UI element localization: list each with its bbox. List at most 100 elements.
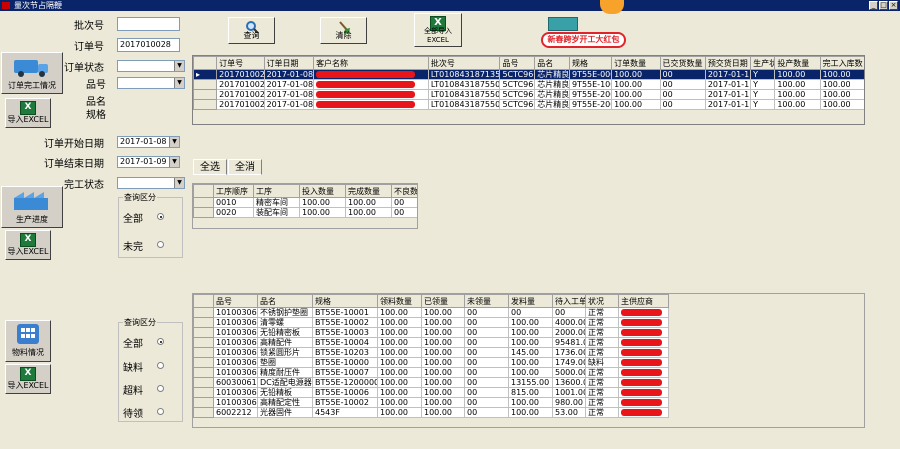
orders-row[interactable]: 20170100282017-01-08 LT010843187550915CTC… <box>193 79 864 90</box>
row-selector[interactable] <box>193 79 218 90</box>
tab-select-none[interactable]: 全消 <box>228 159 262 175</box>
clear-button[interactable]: 清除 <box>320 17 367 44</box>
progress-column-header[interactable]: 投入数量 <box>299 184 346 198</box>
dropdown-arrow-icon[interactable]: ▼ <box>169 137 179 147</box>
orders-column-header[interactable]: 批次号 <box>427 56 501 70</box>
promo-banner[interactable]: 新春跨岁开工大红包 <box>541 32 626 48</box>
orders-column-header[interactable]: 投产数量 <box>774 56 821 70</box>
row-selector[interactable] <box>193 307 214 318</box>
minimize-button[interactable]: _ <box>869 1 878 10</box>
orders-column-header[interactable]: 订单日期 <box>263 56 315 70</box>
row-selector[interactable] <box>193 89 218 100</box>
orders-column-header[interactable]: 规格 <box>568 56 613 70</box>
materials-row[interactable]: 10100306209垫圈BT55E-10000100.00100.000010… <box>193 357 669 368</box>
progress-row[interactable]: 0010 精密车间 100.00 100.00 00 <box>193 197 417 208</box>
progress-opt-all-radio[interactable] <box>157 213 164 220</box>
materials-row[interactable]: 6002212 光器固件 4543F 100.00 100.00 00 100.00 53.0… <box>193 407 669 418</box>
materials-column-header[interactable]: 领料数量 <box>377 294 422 308</box>
row-selector[interactable] <box>193 387 214 398</box>
orders-column-header[interactable]: 生产状态 <box>750 56 776 70</box>
materials-column-header[interactable]: 发料量 <box>508 294 553 308</box>
materials-opt-abnormal-radio[interactable] <box>157 408 164 415</box>
orders-row[interactable]: 20170100282017-01-08 LT010843187550945CTC… <box>193 99 864 110</box>
materials-column-header[interactable]: 规格 <box>312 294 378 308</box>
export-all-button[interactable]: X 全部导入EXCEL <box>414 13 462 47</box>
order-input[interactable]: 2017010028 <box>117 38 180 52</box>
production-progress-button[interactable]: 生产进度 <box>1 186 63 228</box>
orders-column-header[interactable]: 已交货数量 <box>659 56 706 70</box>
progress-opt-not-radio[interactable] <box>157 241 164 248</box>
row-selector[interactable] <box>193 367 214 378</box>
export-excel-button-1[interactable]: X 导入EXCEL <box>5 98 51 128</box>
materials-row[interactable]: 10100306215高精配件BT55E-10004100.00100.0000… <box>193 337 669 348</box>
row-selector[interactable] <box>193 357 214 368</box>
materials-column-header[interactable]: 主供应商 <box>618 294 669 308</box>
end-date-picker[interactable]: 2017-01-09 ▼ <box>117 156 180 168</box>
export-excel-button-2[interactable]: X 导入EXCEL <box>5 230 51 260</box>
materials-grid[interactable]: 品号品名规格领料数量已领量未领量发料量待入工单状况主供应商 1010030621… <box>192 293 865 428</box>
materials-column-header[interactable]: 待入工单 <box>552 294 586 308</box>
materials-opt-over-radio[interactable] <box>157 385 164 392</box>
orders-column-header[interactable]: 品名 <box>534 56 570 70</box>
row-selector[interactable] <box>193 197 214 208</box>
materials-row[interactable]: 10100306213清零螺BT55E-10002100.00100.00001… <box>193 317 669 328</box>
orders-column-header[interactable]: 订单号 <box>216 56 265 70</box>
materials-button[interactable]: 物料情况 <box>5 320 51 362</box>
materials-column-header[interactable]: 品号 <box>213 294 258 308</box>
materials-cell-got: 100.00 <box>421 407 465 418</box>
orders-column-header[interactable]: 客户名称 <box>313 56 429 70</box>
production-progress-label: 生产进度 <box>16 215 48 224</box>
dropdown-arrow-icon[interactable]: ▼ <box>169 157 179 167</box>
row-selector[interactable] <box>193 397 214 408</box>
progress-row[interactable]: 0020 装配车间 100.00 100.00 00 <box>193 207 417 218</box>
orders-column-header[interactable]: 预交货日期 <box>704 56 752 70</box>
materials-row[interactable]: 10100306212不锈钢护垫圈BT55E-10001100.00100.00… <box>193 307 669 318</box>
query-button[interactable]: 查询 <box>228 17 275 44</box>
dropdown-arrow-icon[interactable]: ▼ <box>174 61 184 71</box>
materials-column-header[interactable]: 状况 <box>585 294 619 308</box>
materials-column-header[interactable]: 品名 <box>257 294 313 308</box>
close-button[interactable]: × <box>889 1 898 10</box>
finish-status-select[interactable]: ▼ <box>117 177 185 189</box>
maximize-button[interactable]: □ <box>879 1 888 10</box>
materials-opt-all-radio[interactable] <box>157 338 164 345</box>
dropdown-arrow-icon[interactable]: ▼ <box>174 78 184 88</box>
materials-opt-short-radio[interactable] <box>157 362 164 369</box>
row-selector[interactable]: ▸ <box>193 69 218 80</box>
progress-column-header[interactable]: 完成数量 <box>345 184 392 198</box>
row-selector[interactable] <box>193 377 214 388</box>
row-selector[interactable] <box>193 347 214 358</box>
materials-row[interactable]: 10100306207精度耐压件BT55E-10007100.00100.000… <box>193 367 669 378</box>
orders-grid[interactable]: 订单号订单日期客户名称批次号品号品名规格订单数量已交货数量预交货日期生产状态投产… <box>192 55 865 125</box>
row-selector[interactable] <box>193 327 214 338</box>
progress-column-header[interactable]: 工序顺序 <box>213 184 254 198</box>
orders-row[interactable]: 20170100282017-01-08 LT010843187550935CTC… <box>193 89 864 100</box>
progress-column-header[interactable]: 工序 <box>253 184 300 198</box>
row-selector[interactable] <box>193 207 214 218</box>
materials-column-header[interactable]: 未领量 <box>464 294 509 308</box>
row-selector[interactable] <box>193 99 218 110</box>
progress-grid[interactable]: 工序顺序工序投入数量完成数量不良数量 0010精密车间100.00100.000… <box>192 183 418 229</box>
materials-row[interactable]: 10100306208锁紧圆形片BT55E-10203100.00100.000… <box>193 347 669 358</box>
row-selector[interactable] <box>193 407 214 418</box>
batch-input[interactable] <box>117 17 180 31</box>
progress-column-header[interactable]: 不良数量 <box>391 184 417 198</box>
row-selector[interactable] <box>193 317 214 328</box>
start-date-picker[interactable]: 2017-01-08 ▼ <box>117 136 180 148</box>
materials-row[interactable]: 10100306214无铅精密板BT55E-10003100.00100.000… <box>193 327 669 338</box>
materials-row[interactable]: 60030061 DC适配电源器 BT55E-12000000 100.00 100.0… <box>193 377 669 388</box>
orders-row[interactable]: ▸20170100282017-01-08 LT010843187135045CT… <box>193 69 864 80</box>
order-completion-button[interactable]: 订单完工情况 <box>1 52 63 94</box>
export-excel-button-3[interactable]: X 导入EXCEL <box>5 364 51 394</box>
order-status-select[interactable]: ▼ <box>117 60 185 72</box>
materials-column-header[interactable]: 已领量 <box>421 294 465 308</box>
orders-column-header[interactable]: 品号 <box>499 56 536 70</box>
row-selector[interactable] <box>193 337 214 348</box>
materials-row[interactable]: 10100306206高精配定性BT55E-10002100.00100.000… <box>193 397 669 408</box>
part-select[interactable]: ▼ <box>117 77 185 89</box>
tab-select-all[interactable]: 全选 <box>193 159 227 175</box>
orders-column-header[interactable]: 完工入库数 <box>819 56 864 70</box>
orders-column-header[interactable]: 订单数量 <box>611 56 661 70</box>
materials-row[interactable]: 10100306205无铅精板BT55E-10006100.00100.0000… <box>193 387 669 398</box>
dropdown-arrow-icon[interactable]: ▼ <box>174 178 184 188</box>
